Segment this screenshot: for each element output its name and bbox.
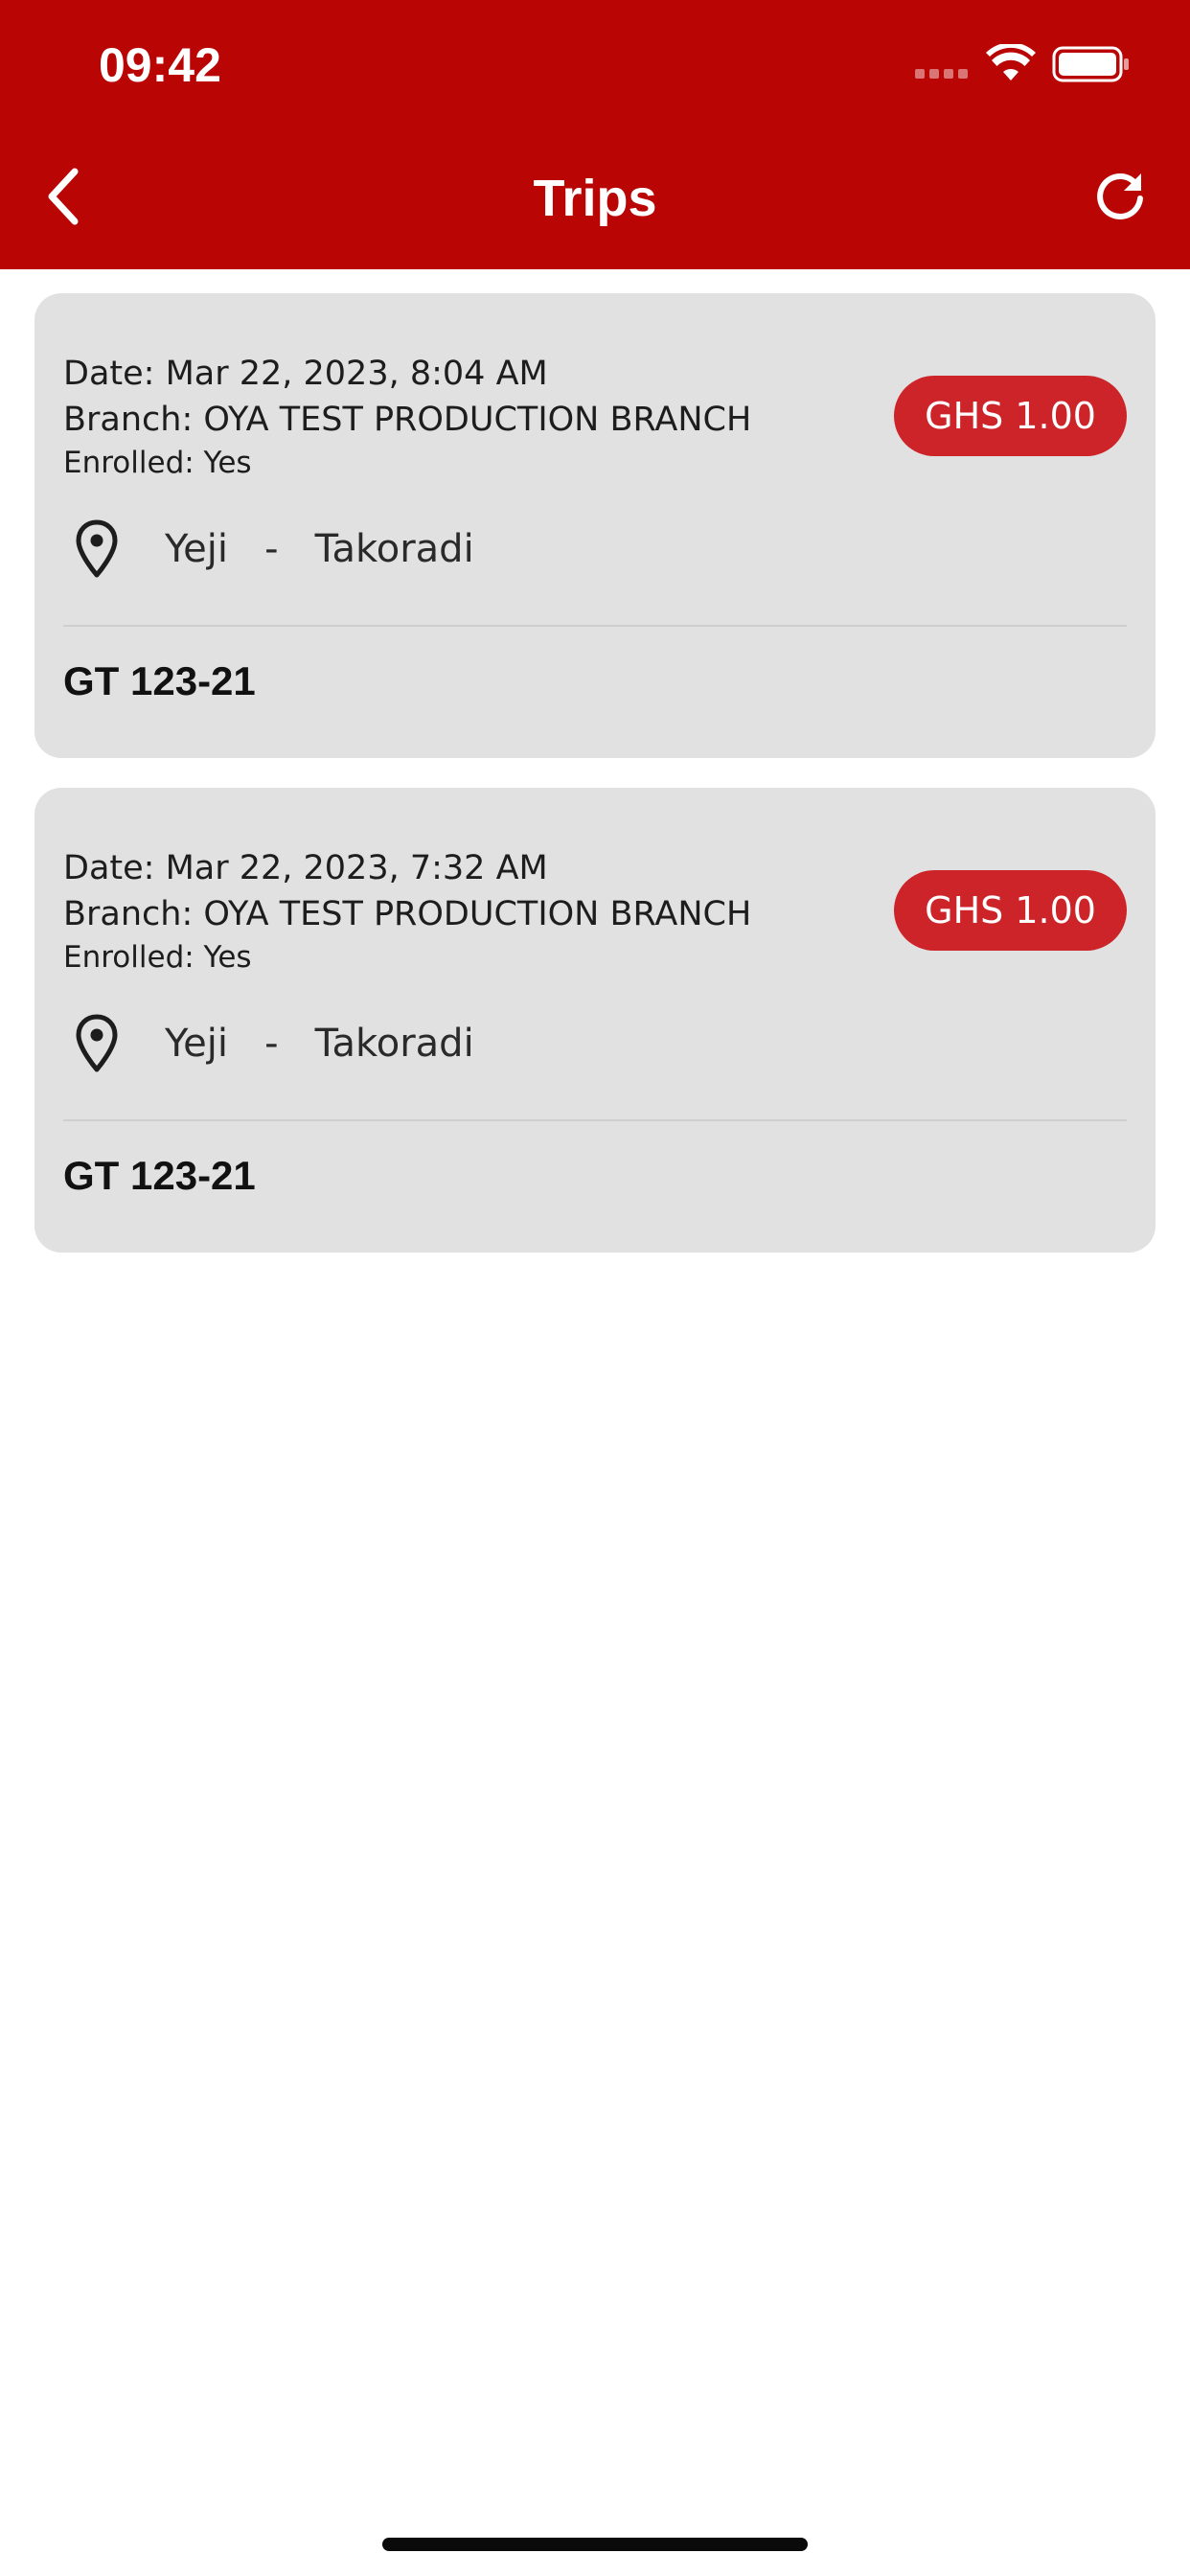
trip-enrolled: Enrolled: Yes <box>63 940 252 975</box>
trip-info: Date: Mar 22, 2023, 7:32 AM Branch: OYA … <box>63 845 751 978</box>
trip-route: Yeji - Takoradi <box>63 516 474 583</box>
page-title: Trips <box>533 170 657 227</box>
price-badge: GHS 1.00 <box>894 376 1127 456</box>
trip-date: Date: Mar 22, 2023, 8:04 AM <box>63 355 548 393</box>
vehicle-plate: GT 123-21 <box>63 658 256 703</box>
vehicle-plate: GT 123-21 <box>63 1153 256 1198</box>
trip-card[interactable]: Date: Mar 22, 2023, 7:32 AM Branch: OYA … <box>34 788 1156 1253</box>
location-pin-icon <box>63 1010 130 1077</box>
trip-date: Date: Mar 22, 2023, 7:32 AM <box>63 849 548 887</box>
trip-branch: Branch: OYA TEST PRODUCTION BRANCH <box>63 895 752 933</box>
price-badge: GHS 1.00 <box>894 870 1127 951</box>
app-header: 09:42 Trips <box>0 0 1190 269</box>
trip-card[interactable]: Date: Mar 22, 2023, 8:04 AM Branch: OYA … <box>34 293 1156 758</box>
trip-route: Yeji - Takoradi <box>63 1010 474 1077</box>
cellular-signal-icon <box>915 69 968 79</box>
wifi-icon <box>986 44 1036 80</box>
route-text: Yeji - Takoradi <box>165 1022 474 1066</box>
trip-branch: Branch: OYA TEST PRODUCTION BRANCH <box>63 401 752 439</box>
location-pin-icon <box>63 516 130 583</box>
card-divider <box>63 625 1127 627</box>
status-time: 09:42 <box>99 38 221 92</box>
trip-list: Date: Mar 22, 2023, 8:04 AM Branch: OYA … <box>34 293 1156 1282</box>
trip-info: Date: Mar 22, 2023, 8:04 AM Branch: OYA … <box>63 351 751 483</box>
refresh-icon <box>1097 173 1143 219</box>
home-indicator[interactable] <box>382 2538 808 2551</box>
refresh-button[interactable] <box>1088 165 1152 228</box>
route-text: Yeji - Takoradi <box>165 527 474 571</box>
card-divider <box>63 1119 1127 1121</box>
battery-icon <box>1052 46 1129 82</box>
trip-enrolled: Enrolled: Yes <box>63 446 252 480</box>
